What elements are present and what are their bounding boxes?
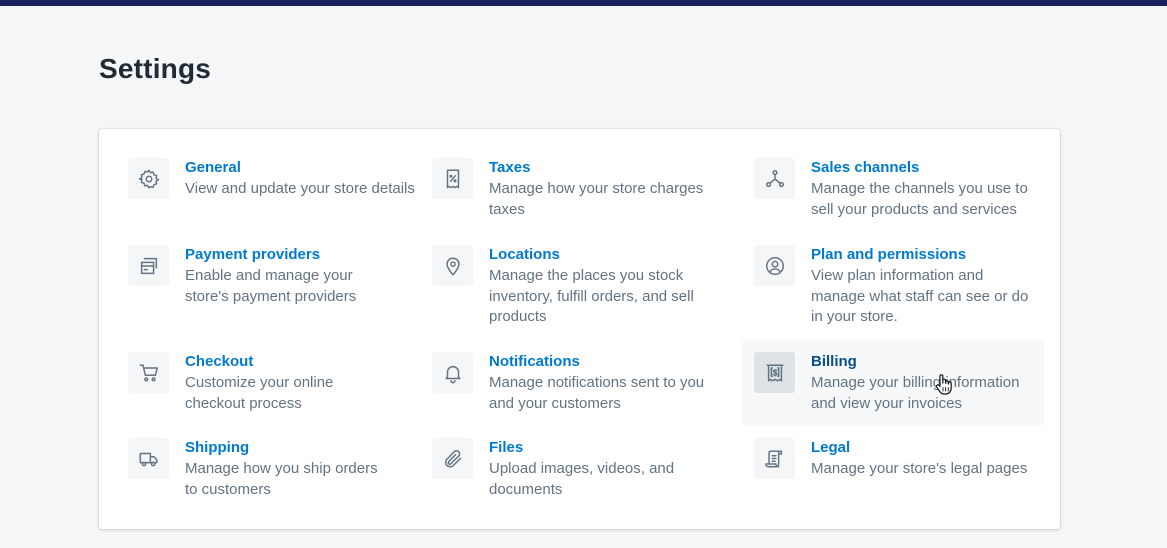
files-description: Upload images, videos, and documents — [489, 460, 675, 498]
credit-cards-icon — [128, 245, 169, 286]
checkout-title[interactable]: Checkout — [185, 352, 253, 372]
location-pin-icon — [432, 245, 473, 286]
settings-item-plan-and-permissions[interactable]: Plan and permissions View plan informati… — [754, 245, 1056, 335]
billing-description: Manage your billing information and view… — [811, 374, 1020, 412]
settings-item-sales-channels[interactable]: Sales channels Manage the channels you u… — [754, 158, 1056, 228]
shipping-description: Manage how you ship orders to customers — [185, 460, 378, 498]
settings-item-locations[interactable]: Locations Manage the places you stock in… — [432, 245, 734, 335]
receipt-percent-icon — [432, 158, 473, 199]
plan-and-permissions-description: View plan information and manage what st… — [811, 267, 1029, 326]
user-circle-icon — [754, 245, 795, 286]
truck-icon — [128, 438, 169, 479]
settings-item-files[interactable]: Files Upload images, videos, and documen… — [432, 438, 734, 508]
shipping-title[interactable]: Shipping — [185, 438, 249, 458]
locations-title[interactable]: Locations — [489, 245, 560, 265]
settings-item-general[interactable]: General View and update your store detai… — [128, 158, 430, 228]
checkout-description: Customize your online checkout process — [185, 374, 334, 412]
svg-text:$: $ — [772, 368, 777, 377]
settings-item-checkout[interactable]: Checkout Customize your online checkout … — [128, 352, 430, 422]
billing-title[interactable]: Billing — [811, 352, 857, 372]
settings-item-shipping[interactable]: Shipping Manage how you ship orders to c… — [128, 438, 430, 508]
settings-item-notifications[interactable]: Notifications Manage notifications sent … — [432, 352, 734, 422]
bell-icon — [432, 352, 473, 393]
settings-item-payment-providers[interactable]: Payment providers Enable and manage your… — [128, 245, 430, 315]
sales-channels-description: Manage the channels you use to sell your… — [811, 180, 1028, 218]
general-description: View and update your store details — [185, 180, 415, 197]
settings-item-taxes[interactable]: Taxes Manage how your store charges taxe… — [432, 158, 734, 228]
legal-document-icon — [754, 438, 795, 479]
locations-description: Manage the places you stock inventory, f… — [489, 267, 694, 326]
cart-icon — [128, 352, 169, 393]
legal-description: Manage your store's legal pages — [811, 460, 1028, 477]
notifications-description: Manage notifications sent to you and you… — [489, 374, 705, 412]
gear-icon — [128, 158, 169, 199]
settings-item-legal[interactable]: Legal Manage your store's legal pages — [754, 438, 1056, 508]
files-title[interactable]: Files — [489, 438, 523, 458]
plan-and-permissions-title[interactable]: Plan and permissions — [811, 245, 966, 265]
sales-channels-title[interactable]: Sales channels — [811, 158, 919, 178]
payment-providers-description: Enable and manage your store's payment p… — [185, 267, 357, 305]
paperclip-icon — [432, 438, 473, 479]
page-title: Settings — [99, 53, 212, 84]
general-title[interactable]: General — [185, 158, 241, 178]
top-bar — [0, 0, 1167, 6]
dollar-invoice-icon: $ — [754, 352, 795, 393]
notifications-title[interactable]: Notifications — [489, 352, 580, 372]
settings-item-billing[interactable]: $ Billing Manage your billing informatio… — [742, 340, 1044, 426]
channels-icon — [754, 158, 795, 199]
settings-card: General View and update your store detai… — [99, 129, 1060, 529]
payment-providers-title[interactable]: Payment providers — [185, 245, 320, 265]
legal-title[interactable]: Legal — [811, 438, 850, 458]
taxes-title[interactable]: Taxes — [489, 158, 530, 178]
taxes-description: Manage how your store charges taxes — [489, 180, 704, 218]
